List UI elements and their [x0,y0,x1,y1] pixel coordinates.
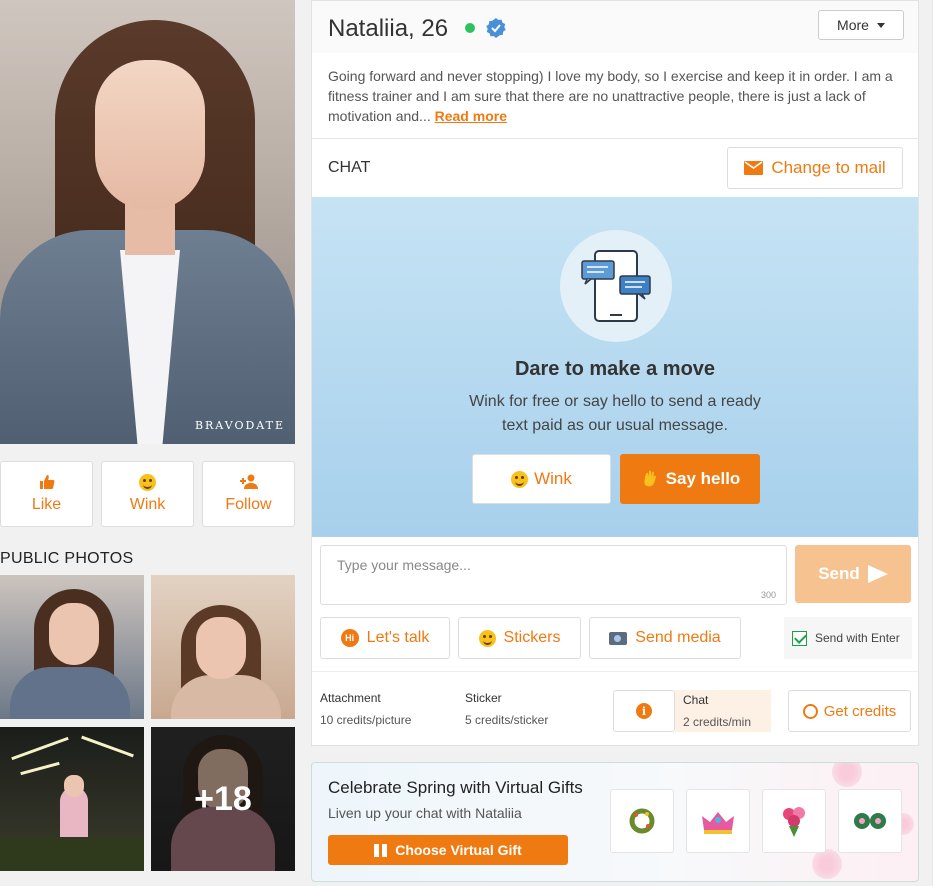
read-more-link[interactable]: Read more [435,108,507,124]
divider [312,138,918,139]
info-icon: i [636,703,652,719]
like-label: Like [31,496,62,513]
change-to-mail-label: Change to mail [771,158,886,177]
chat-cost-label: Chat [683,693,709,707]
follow-label: Follow [225,496,272,513]
message-input[interactable]: Type your message... 300 [320,545,787,605]
bouquet-gift-icon[interactable] [762,789,826,853]
thumbs-up-icon [39,474,55,492]
add-person-icon [239,474,259,492]
choose-gift-label: Choose Virtual Gift [395,842,522,858]
attachment-cost: Attachment 10 credits/picture [320,691,411,727]
send-button[interactable]: Send [795,545,911,603]
choose-virtual-gift-button[interactable]: Choose Virtual Gift [328,835,568,865]
wink-emoji-icon [511,470,529,488]
flowers-gift-icon[interactable] [838,789,902,853]
gift-banner-title: Celebrate Spring with Virtual Gifts [328,778,583,797]
caret-down-icon [876,22,885,28]
waving-hand-icon [644,470,656,487]
wink-action-button[interactable]: Wink [101,461,194,527]
pricing-info-button[interactable]: i [613,690,675,732]
follow-button[interactable]: Follow [202,461,295,527]
character-limit: 300 [760,590,776,600]
send-with-enter-toggle[interactable]: Send with Enter [784,617,912,659]
gift-banner-subtitle: Liven up your chat with Nataliia [328,805,522,821]
get-credits-button[interactable]: Get credits [788,690,911,732]
change-to-mail-button[interactable]: Change to mail [727,147,903,189]
coins-icon [802,703,818,719]
chat-cost-value: 2 credits/min [683,715,752,729]
promo-text: Wink for free or say hello to send a rea… [469,393,761,434]
envelope-icon [744,161,764,175]
hi-bubble-icon: Hi [340,629,359,647]
sticker-cost-value: 5 credits/sticker [465,713,549,727]
more-photos-tile[interactable]: +18 [151,727,295,871]
more-photos-count: +18 [151,727,295,871]
profile-name: Nataliia, 26 [328,15,449,42]
public-photo-2[interactable] [151,575,295,719]
send-label: Send [818,564,860,583]
chat-promo-panel: Dare to make a move Wink for free or say… [312,197,918,537]
wink-button-label: Wink [534,469,572,488]
wreath-gift-icon[interactable] [610,789,674,853]
photo-watermark: BRAVODATE [194,419,285,432]
profile-bio: Going forward and never stopping) I love… [328,66,898,126]
chat-section-title: CHAT [328,159,371,176]
like-button[interactable]: Like [0,461,93,527]
say-hello-label: Say hello [665,469,741,488]
more-label: More [837,17,869,33]
promo-illustration [560,230,672,342]
profile-header: Nataliia, 26 More [312,1,918,53]
chat-cost: Chat 2 credits/min [675,690,771,732]
send-media-label: Send media [635,629,721,646]
lets-talk-button[interactable]: Hi Let's talk [320,617,450,659]
profile-left-column: BRAVODATE Like Wink Follow PUBLIC PHOTOS [0,0,300,886]
sticker-cost-label: Sticker [465,691,502,705]
send-with-enter-checkbox[interactable] [792,630,807,646]
bio-text: Going forward and never stopping) I love… [328,68,893,124]
wink-label: Wink [129,496,166,513]
stickers-button[interactable]: Stickers [458,617,581,659]
verified-badge-icon [486,18,506,38]
send-arrow-icon [867,565,888,583]
right-edge-panel [932,0,937,886]
divider [312,671,918,672]
gift-box-icon [374,843,388,857]
virtual-gift-banner: Celebrate Spring with Virtual Gifts Live… [311,762,919,882]
more-dropdown-button[interactable]: More [818,10,904,40]
camera-icon [609,631,628,645]
promo-title: Dare to make a move [514,358,716,380]
public-photo-1[interactable] [0,575,144,719]
message-placeholder: Type your message... [337,557,471,573]
sticker-emoji-icon [478,629,496,647]
stickers-label: Stickers [503,629,561,646]
chat-card: Nataliia, 26 More Going forward and neve… [311,0,919,746]
attachment-cost-label: Attachment [320,691,381,705]
crown-gift-icon[interactable] [686,789,750,853]
attachment-cost-value: 10 credits/picture [320,713,412,727]
public-photos-title: PUBLIC PHOTOS [0,550,134,567]
send-media-button[interactable]: Send media [589,617,741,659]
sticker-cost: Sticker 5 credits/sticker [465,691,548,727]
lets-talk-label: Let's talk [366,629,430,646]
wink-emoji-icon [139,474,156,492]
profile-actions: Like Wink Follow [0,461,300,527]
wink-button[interactable]: Wink [472,454,611,504]
send-with-enter-label: Send with Enter [815,631,900,645]
phone-chat-icon [581,250,651,322]
say-hello-button[interactable]: Say hello [620,454,760,504]
public-photo-3[interactable] [0,727,144,871]
main-profile-photo[interactable]: BRAVODATE [0,0,295,444]
get-credits-label: Get credits [823,702,897,720]
online-status-icon [465,23,475,33]
